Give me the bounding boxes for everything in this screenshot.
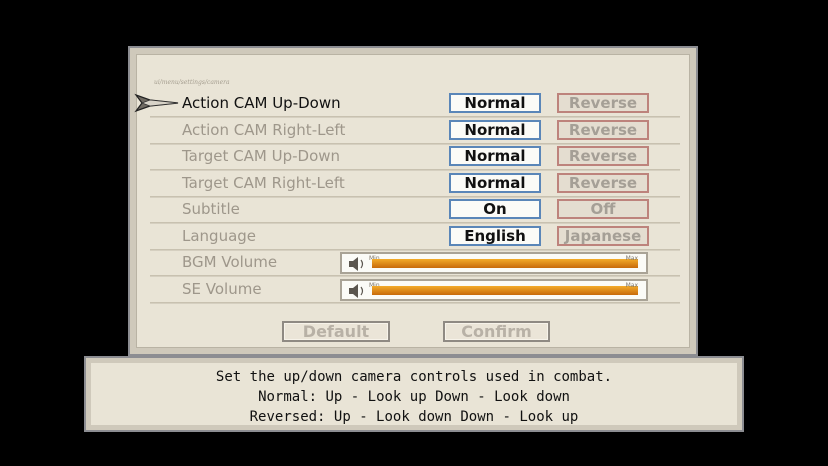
setting-label-target-cam-right-left[interactable]: Target CAM Right-Left bbox=[182, 173, 345, 193]
row-divider bbox=[150, 275, 680, 277]
setting-label-bgm-volume[interactable]: BGM Volume bbox=[182, 252, 277, 272]
help-box: Set the up/down camera controls used in … bbox=[84, 356, 744, 432]
setting-label-action-cam-right-left[interactable]: Action CAM Right-Left bbox=[182, 120, 345, 140]
option-reverse-action-cam-up-down[interactable]: Reverse bbox=[557, 93, 649, 113]
se-volume-slider[interactable]: Min Max bbox=[340, 279, 648, 301]
row-divider bbox=[150, 222, 680, 224]
row-divider bbox=[150, 196, 680, 198]
option-normal-target-cam-up-down[interactable]: Normal bbox=[449, 146, 541, 166]
setting-label-language[interactable]: Language bbox=[182, 226, 256, 246]
slider-max-label: Max bbox=[625, 282, 638, 289]
option-language-english[interactable]: English bbox=[449, 226, 541, 246]
default-button[interactable]: Default bbox=[282, 321, 390, 342]
speaker-icon bbox=[349, 257, 364, 271]
option-subtitle-on[interactable]: On bbox=[449, 199, 541, 219]
setting-label-se-volume[interactable]: SE Volume bbox=[182, 279, 262, 299]
panel-header: ui/menu/settings/camera bbox=[154, 79, 230, 86]
row-divider bbox=[150, 169, 680, 171]
option-reverse-target-cam-right-left[interactable]: Reverse bbox=[557, 173, 649, 193]
row-divider bbox=[150, 302, 680, 304]
help-line-1: Set the up/down camera controls used in … bbox=[215, 369, 613, 385]
selection-pointer-icon bbox=[134, 93, 179, 113]
option-subtitle-off[interactable]: Off bbox=[557, 199, 649, 219]
bgm-volume-fill bbox=[372, 259, 638, 268]
option-reverse-target-cam-up-down[interactable]: Reverse bbox=[557, 146, 649, 166]
row-divider bbox=[150, 143, 680, 145]
setting-label-target-cam-up-down[interactable]: Target CAM Up-Down bbox=[182, 146, 340, 166]
option-reverse-action-cam-right-left[interactable]: Reverse bbox=[557, 120, 649, 140]
option-normal-target-cam-right-left[interactable]: Normal bbox=[449, 173, 541, 193]
row-divider bbox=[150, 116, 680, 118]
option-normal-action-cam-up-down[interactable]: Normal bbox=[449, 93, 541, 113]
bgm-volume-slider[interactable]: Min Max bbox=[340, 252, 648, 274]
confirm-button[interactable]: Confirm bbox=[443, 321, 550, 342]
help-line-2: Normal: Up - Look up Down - Look down bbox=[258, 389, 570, 405]
row-divider bbox=[150, 249, 680, 251]
option-language-japanese[interactable]: Japanese bbox=[557, 226, 649, 246]
help-line-3: Reversed: Up - Look down Down - Look up bbox=[249, 409, 579, 425]
option-normal-action-cam-right-left[interactable]: Normal bbox=[449, 120, 541, 140]
setting-label-subtitle[interactable]: Subtitle bbox=[182, 199, 240, 219]
setting-label-action-cam-up-down[interactable]: Action CAM Up-Down bbox=[182, 93, 341, 113]
speaker-icon bbox=[349, 284, 364, 298]
slider-max-label: Max bbox=[625, 255, 638, 262]
se-volume-fill bbox=[372, 286, 638, 295]
